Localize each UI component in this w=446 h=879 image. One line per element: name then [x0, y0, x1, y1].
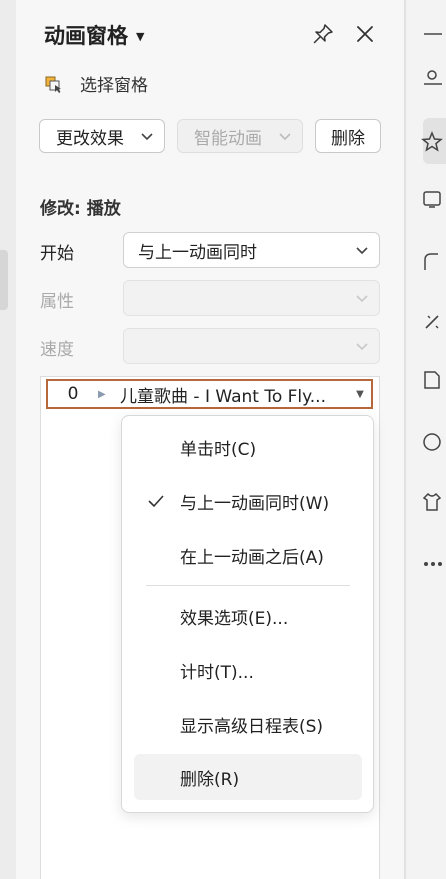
delete-button[interactable]: 删除 [315, 119, 381, 153]
menu-item-with-previous[interactable]: 与上一动画同时(W) [122, 478, 373, 524]
chevron-down-icon [141, 133, 153, 141]
smart-animation-button: 智能动画 [177, 119, 303, 153]
menu-item-timing[interactable]: 计时(T)... [122, 647, 373, 693]
select-pane-button[interactable]: 选择窗格 [44, 71, 148, 96]
list-item[interactable]: 0 ▶ 儿童歌曲 - I Want To Fly... ▼ [46, 379, 373, 409]
more-icon[interactable] [420, 552, 444, 576]
pane-title: 动画窗格 [44, 24, 128, 48]
menu-separator [146, 585, 350, 586]
chevron-down-icon [356, 295, 368, 303]
delete-label: 删除 [331, 128, 365, 149]
menu-item-label: 与上一动画同时(W) [180, 493, 330, 514]
menu-item-label: 在上一动画之后(A) [180, 547, 324, 568]
menu-item-advanced-timeline[interactable]: 显示高级日程表(S) [122, 701, 373, 747]
scroll-handle[interactable] [0, 250, 8, 310]
change-effect-label: 更改效果 [56, 128, 124, 149]
right-toolbar [405, 0, 446, 879]
select-pane-label: 选择窗格 [80, 76, 148, 96]
minus-icon[interactable] [420, 22, 444, 46]
shirt-icon[interactable] [420, 490, 444, 514]
caret-down-icon: ▼ [136, 29, 145, 43]
help-icon[interactable] [420, 430, 444, 454]
font-icon[interactable] [420, 66, 444, 90]
chevron-down-icon [356, 343, 368, 351]
menu-item-after-previous[interactable]: 在上一动画之后(A) [122, 532, 373, 578]
property-select [123, 280, 380, 316]
shape-icon[interactable] [420, 250, 444, 274]
menu-item-label: 计时(T)... [180, 662, 254, 683]
checkmark-icon [148, 495, 164, 508]
smart-animation-label: 智能动画 [194, 128, 262, 149]
speed-label: 速度 [40, 340, 74, 360]
start-label: 开始 [40, 244, 74, 264]
close-icon [357, 26, 373, 42]
star-icon[interactable] [420, 130, 444, 154]
modify-section-label: 修改: 播放 [40, 199, 121, 219]
left-edge-strip [0, 0, 16, 879]
animation-name: 儿童歌曲 - I Want To Fly... [120, 386, 326, 407]
select-pane-icon [45, 76, 61, 93]
magic-wand-icon[interactable] [420, 310, 444, 334]
chevron-down-icon [279, 133, 291, 141]
document-icon[interactable] [420, 368, 444, 392]
menu-item-label: 显示高级日程表(S) [180, 716, 324, 737]
menu-item-delete[interactable]: 删除(R) [134, 754, 362, 800]
start-value: 与上一动画同时 [138, 242, 257, 263]
pin-button[interactable] [309, 20, 337, 48]
context-menu: 单击时(C) 与上一动画同时(W) 在上一动画之后(A) 效果选项(E)... … [121, 415, 374, 813]
menu-item-label: 删除(R) [180, 769, 240, 790]
close-button[interactable] [351, 20, 379, 48]
pane-title-menu[interactable]: 动画窗格 ▼ [44, 20, 144, 50]
animation-index: 0 [67, 384, 79, 404]
pin-icon [313, 24, 333, 44]
speed-select [123, 328, 380, 364]
chevron-down-icon [356, 247, 368, 255]
menu-item-on-click[interactable]: 单击时(C) [122, 424, 373, 470]
menu-item-label: 单击时(C) [180, 439, 257, 460]
transition-icon[interactable] [420, 188, 444, 212]
menu-item-label: 效果选项(E)... [180, 608, 289, 629]
play-triangle-icon: ▶ [98, 388, 106, 400]
change-effect-button[interactable]: 更改效果 [39, 119, 165, 153]
menu-item-effect-options[interactable]: 效果选项(E)... [122, 593, 373, 639]
start-select[interactable]: 与上一动画同时 [123, 232, 380, 268]
property-label: 属性 [40, 292, 74, 312]
dropdown-triangle-icon[interactable]: ▼ [349, 389, 371, 400]
